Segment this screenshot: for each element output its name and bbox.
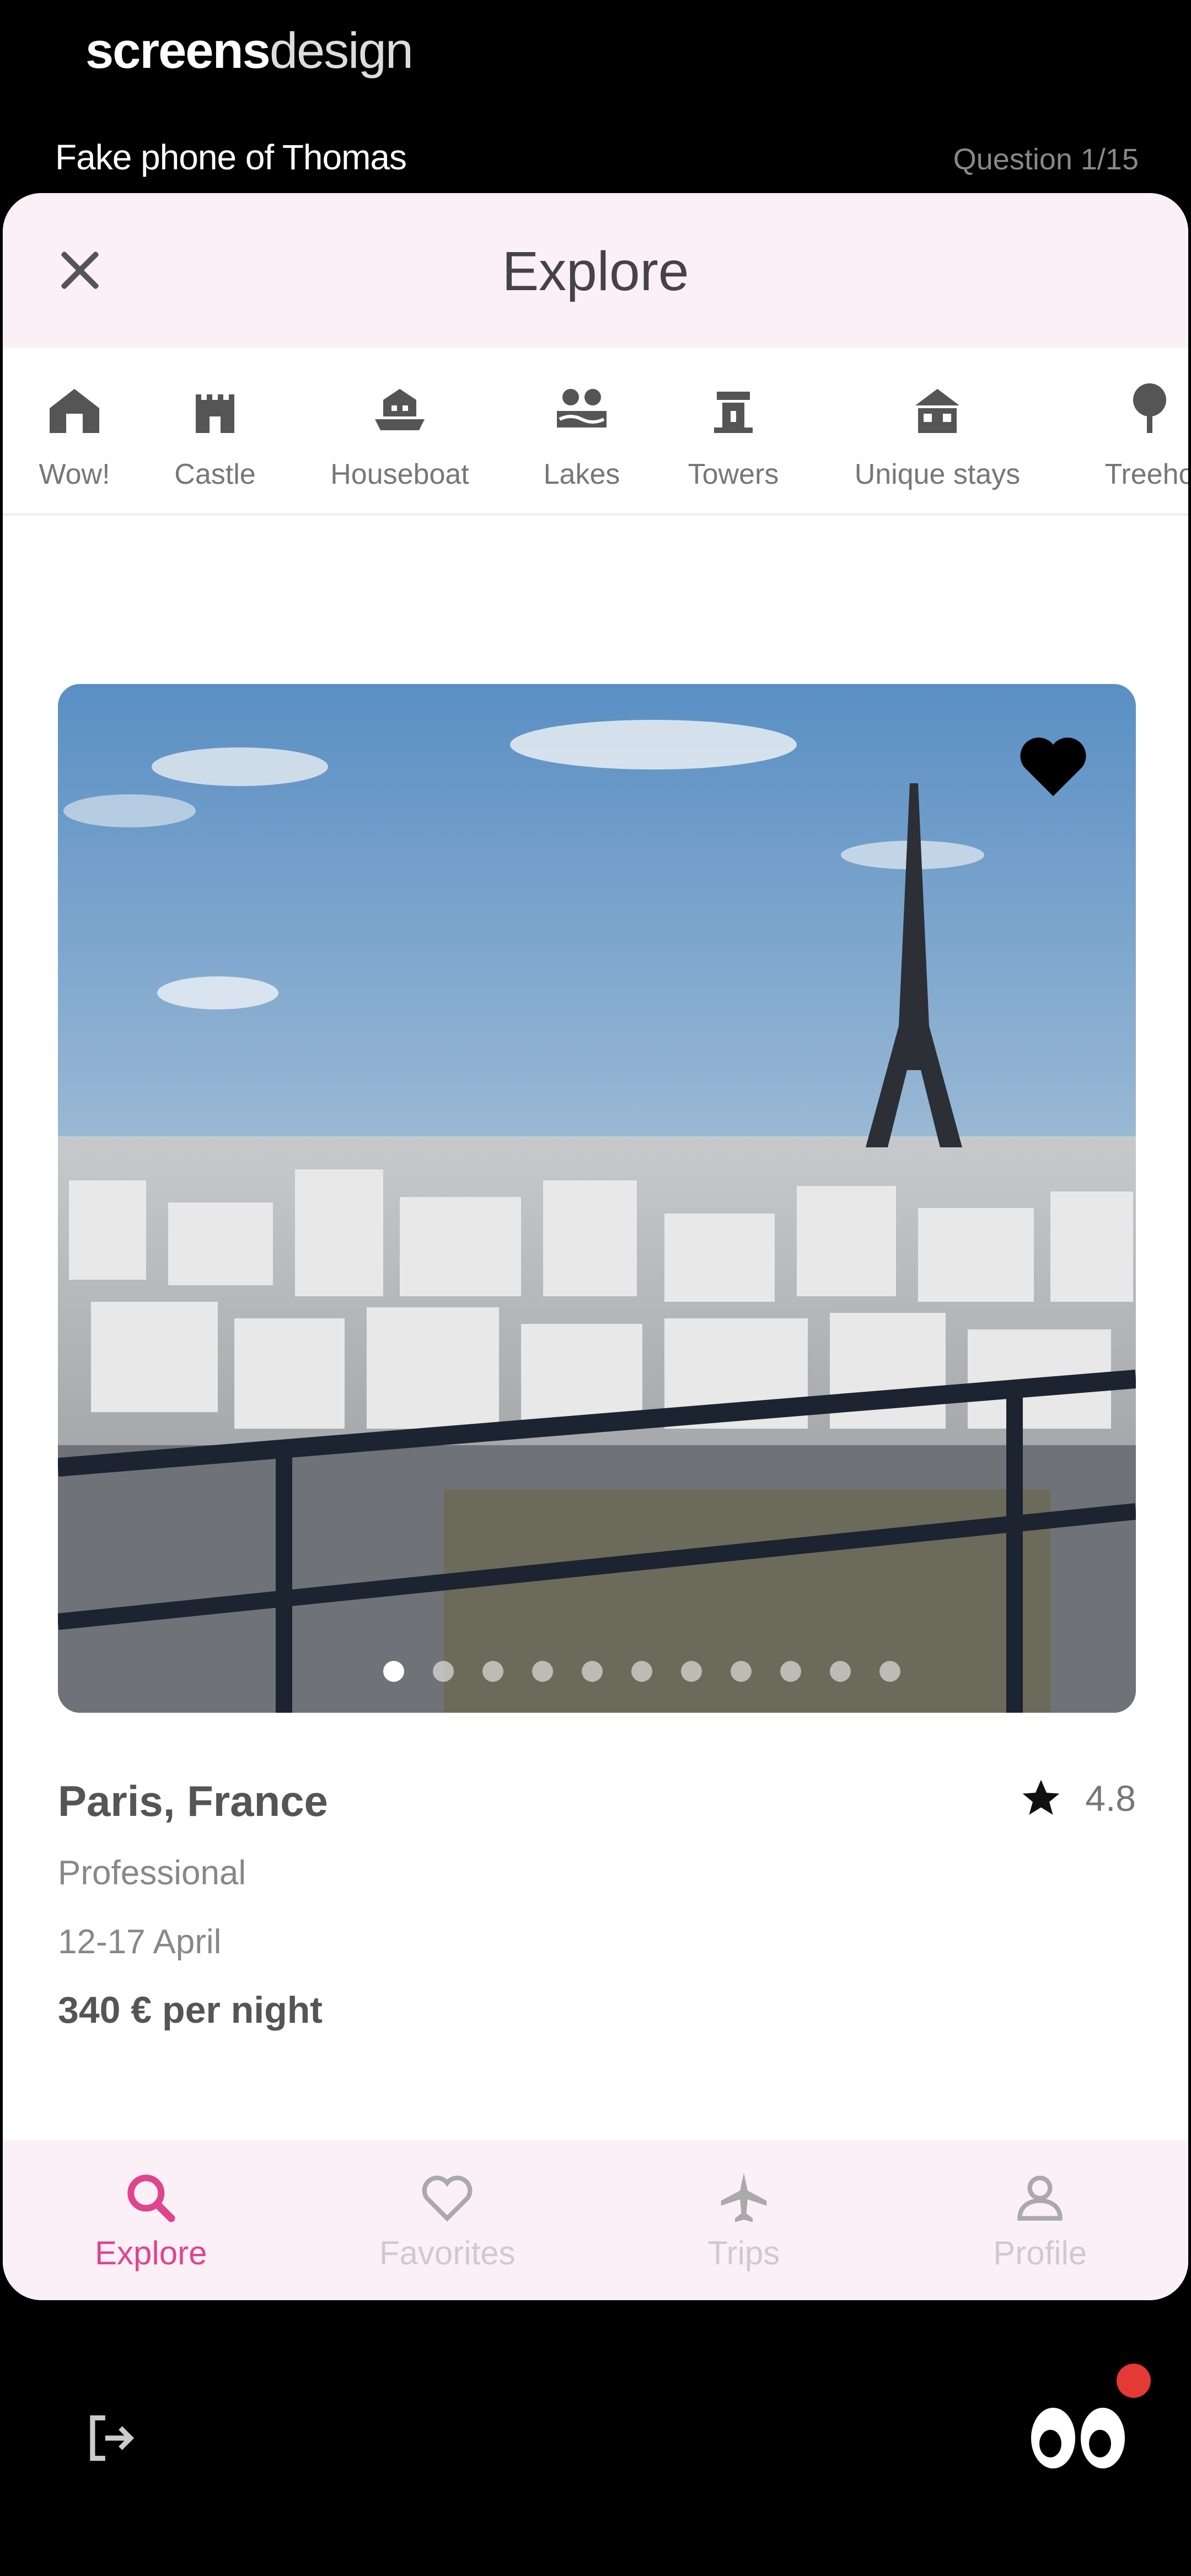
- listing-rating: 4.8: [1019, 1776, 1136, 1820]
- tab-favorites[interactable]: Favorites: [299, 2140, 596, 2300]
- category-towers[interactable]: Towers: [678, 348, 788, 513]
- tab-explore[interactable]: Explore: [3, 2140, 299, 2300]
- airplane-icon: [721, 2173, 766, 2222]
- profile-icon: [1017, 2176, 1063, 2221]
- photo-dot[interactable]: [780, 1661, 801, 1682]
- notification-badge: [1117, 2364, 1151, 2398]
- tab-label: Favorites: [379, 2235, 516, 2272]
- listing-photo[interactable]: [58, 684, 1136, 1713]
- photo-pagination-dots[interactable]: [383, 1660, 900, 1682]
- heart-outline-icon: [422, 2176, 473, 2222]
- tab-label: Profile: [993, 2235, 1087, 2272]
- bottom-tab-bar: Explore Favorites Trips Profile: [3, 2140, 1188, 2300]
- unique-stays-icon: [915, 389, 959, 433]
- photo-dot[interactable]: [681, 1661, 702, 1682]
- category-label: Castle: [174, 458, 256, 490]
- tab-label: Explore: [95, 2235, 207, 2272]
- category-label: Towers: [688, 458, 779, 490]
- category-treehouse[interactable]: Treeho: [1089, 348, 1188, 513]
- photo-dot[interactable]: [731, 1661, 752, 1682]
- listing-location: Paris, France: [58, 1777, 328, 1825]
- category-label: Lakes: [543, 458, 620, 490]
- tab-label: Trips: [707, 2235, 780, 2272]
- favorite-heart-icon[interactable]: [1015, 728, 1092, 800]
- photo-dot[interactable]: [879, 1661, 900, 1682]
- exit-icon[interactable]: [80, 2408, 141, 2468]
- brand-logo-light: design: [269, 23, 414, 79]
- category-strip[interactable]: Wow! Castle Houseboat Lakes Towers Uniqu…: [3, 348, 1188, 516]
- photo-dot[interactable]: [631, 1661, 652, 1682]
- tower-icon: [714, 392, 753, 433]
- photo-dot[interactable]: [582, 1661, 603, 1682]
- lakes-icon: [557, 389, 607, 427]
- photo-dot[interactable]: [433, 1661, 454, 1682]
- listing-dates: 12-17 April: [58, 1923, 222, 1961]
- home-icon: [50, 389, 99, 433]
- rating-value: 4.8: [1085, 1778, 1136, 1819]
- search-icon: [127, 2174, 175, 2222]
- photo-dot[interactable]: [383, 1661, 404, 1682]
- category-unique-stays[interactable]: Unique stays: [835, 348, 1039, 513]
- host-type: Professional: [58, 1854, 246, 1892]
- brand-logo: screensdesign: [85, 22, 414, 80]
- photo-dot[interactable]: [532, 1661, 553, 1682]
- category-houseboat[interactable]: Houseboat: [317, 348, 482, 513]
- photo-dot[interactable]: [482, 1661, 503, 1682]
- category-label: Wow!: [39, 458, 110, 490]
- houseboat-icon: [375, 389, 425, 430]
- category-wow[interactable]: Wow!: [28, 348, 121, 513]
- tab-profile[interactable]: Profile: [892, 2140, 1189, 2300]
- brand-logo-bold: screens: [85, 23, 271, 79]
- category-label: Unique stays: [854, 458, 1021, 490]
- listing-price: 340 € per night: [58, 1989, 323, 2031]
- eyes-icon[interactable]: [1026, 2397, 1130, 2479]
- page-title: Explore: [502, 241, 689, 302]
- category-castle[interactable]: Castle: [163, 348, 267, 513]
- top-app-bar: Explore: [3, 193, 1188, 348]
- star-icon: [1022, 1779, 1060, 1815]
- tab-trips[interactable]: Trips: [596, 2140, 892, 2300]
- castle-icon: [196, 394, 234, 433]
- category-label: Treeho: [1104, 458, 1188, 490]
- treehouse-icon: [1133, 383, 1166, 433]
- category-label: Houseboat: [330, 458, 469, 490]
- category-lakes[interactable]: Lakes: [529, 348, 634, 513]
- listing-photo-image: [58, 684, 1136, 1713]
- device-label: Fake phone of Thomas: [55, 137, 407, 177]
- phone-screen: Explore Wow! Castle Houseboat Lakes Towe…: [3, 193, 1188, 2300]
- photo-dot[interactable]: [830, 1661, 851, 1682]
- question-counter: Question 1/15: [953, 143, 1139, 176]
